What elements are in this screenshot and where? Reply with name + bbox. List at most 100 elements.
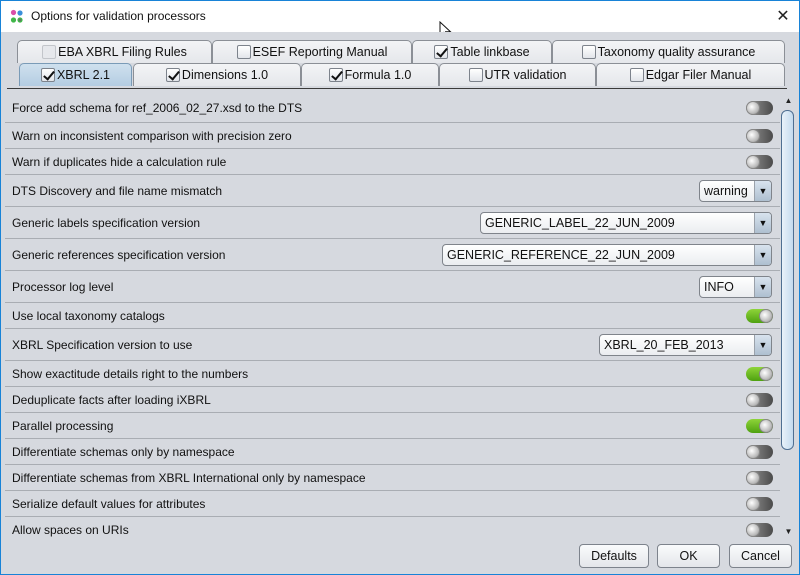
tab-bar: EBA XBRL Filing Rules ESEF Reporting Man… (1, 32, 799, 92)
option-row-log-level: Processor log level INFO ▼ (5, 271, 780, 303)
option-label: Deduplicate facts after loading iXBRL (12, 392, 211, 407)
warn-precision-zero-toggle[interactable] (746, 128, 773, 143)
option-row-exactitude: Show exactitude details right to the num… (5, 361, 780, 387)
scroll-down-button[interactable]: ▼ (781, 524, 796, 539)
tab-utr-validation[interactable]: UTR validation (439, 63, 596, 86)
option-row-parallel: Parallel processing (5, 413, 780, 439)
xbrl-spec-version-select[interactable]: XBRL_20_FEB_2013 ▼ (599, 333, 772, 356)
tab-label: ESEF Reporting Manual (252, 45, 388, 59)
option-row-local-catalogs: Use local taxonomy catalogs (5, 303, 780, 329)
toggle-knob (759, 366, 773, 381)
chevron-down-icon: ▼ (754, 180, 771, 201)
tab-dimensions-1-0[interactable]: Dimensions 1.0 (133, 63, 301, 86)
option-label: Warn if duplicates hide a calculation ru… (12, 154, 227, 169)
log-level-select[interactable]: INFO ▼ (699, 275, 772, 298)
option-label: Differentiate schemas only by namespace (12, 444, 235, 459)
ok-button[interactable]: OK (657, 544, 720, 568)
serialize-defaults-toggle[interactable] (746, 496, 773, 511)
dimensions-checkbox[interactable] (165, 68, 180, 82)
edgar-checkbox[interactable] (629, 68, 644, 82)
option-label: Use local taxonomy catalogs (12, 308, 165, 323)
eba-checkbox[interactable] (42, 45, 57, 59)
vertical-scrollbar[interactable]: ▲ ▼ (781, 93, 796, 539)
tab-table-linkbase[interactable]: Table linkbase (412, 40, 552, 63)
option-row-spaces-uris: Allow spaces on URIs (5, 517, 780, 539)
warn-duplicates-toggle[interactable] (746, 154, 773, 169)
esef-checkbox[interactable] (236, 45, 251, 59)
option-row-deduplicate: Deduplicate facts after loading iXBRL (5, 387, 780, 413)
tab-label: Dimensions 1.0 (181, 68, 269, 82)
tab-label: XBRL 2.1 (56, 68, 111, 82)
chevron-down-icon: ▼ (754, 212, 771, 233)
app-molecule-icon (10, 9, 23, 23)
local-catalogs-toggle[interactable] (746, 308, 773, 323)
tab-esef-reporting-manual[interactable]: ESEF Reporting Manual (212, 40, 412, 63)
toggle-knob (759, 418, 773, 433)
tab-eba-xbrl-filing-rules[interactable]: EBA XBRL Filing Rules (17, 40, 212, 63)
option-label: Allow spaces on URIs (12, 523, 129, 537)
option-label: Force add schema for ref_2006_02_27.xsd … (12, 100, 303, 115)
option-label: Parallel processing (12, 418, 114, 433)
option-row-generic-labels: Generic labels specification version GEN… (5, 207, 780, 239)
option-label: Generic labels specification version (12, 215, 201, 230)
table-linkbase-checkbox[interactable] (434, 45, 449, 59)
option-label: XBRL Specification version to use (12, 337, 193, 352)
tab-xbrl-2-1[interactable]: XBRL 2.1 (19, 63, 132, 86)
window-title: Options for validation processors (31, 9, 206, 23)
select-value: GENERIC_REFERENCE_22_JUN_2009 (447, 247, 675, 262)
title-bar: Options for validation processors ✕ (1, 1, 799, 32)
generic-labels-select[interactable]: GENERIC_LABEL_22_JUN_2009 ▼ (480, 211, 772, 234)
option-label: Differentiate schemas from XBRL Internat… (12, 470, 366, 485)
option-row-diff-xii-namespace: Differentiate schemas from XBRL Internat… (5, 465, 780, 491)
xbrl-2-1-checkbox[interactable] (40, 68, 55, 82)
toggle-knob (746, 154, 760, 169)
toggle-knob (759, 308, 773, 323)
toggle-knob (746, 392, 760, 407)
chevron-down-icon: ▼ (754, 276, 771, 297)
option-row-generic-references: Generic references specification version… (5, 239, 780, 271)
option-label: Processor log level (12, 279, 114, 294)
close-icon: ✕ (776, 8, 790, 25)
options-dialog: Options for validation processors ✕ EBA … (0, 0, 800, 575)
toggle-knob (746, 523, 760, 537)
option-row-dts-discovery: DTS Discovery and file name mismatch war… (5, 175, 780, 207)
dts-discovery-select[interactable]: warning ▼ (699, 179, 772, 202)
force-add-schema-toggle[interactable] (746, 100, 773, 115)
tab-taxonomy-quality-assurance[interactable]: Taxonomy quality assurance (552, 40, 785, 63)
chevron-down-icon: ▼ (754, 334, 771, 355)
option-row-xbrl-spec-version: XBRL Specification version to use XBRL_2… (5, 329, 780, 361)
generic-references-select[interactable]: GENERIC_REFERENCE_22_JUN_2009 ▼ (442, 243, 772, 266)
diff-namespace-toggle[interactable] (746, 444, 773, 459)
option-label: Generic references specification version (12, 247, 226, 262)
select-value: XBRL_20_FEB_2013 (604, 337, 724, 352)
scroll-thumb[interactable] (781, 110, 794, 450)
option-row-serialize-defaults: Serialize default values for attributes (5, 491, 780, 517)
tab-edgar-filer-manual[interactable]: Edgar Filer Manual (596, 63, 785, 86)
toggle-knob (746, 100, 760, 115)
tab-label: Edgar Filer Manual (645, 68, 752, 82)
select-value: warning (704, 183, 748, 198)
tab-label: Table linkbase (450, 45, 530, 59)
formula-checkbox[interactable] (328, 68, 343, 82)
utr-checkbox[interactable] (468, 68, 483, 82)
option-label: DTS Discovery and file name mismatch (12, 183, 223, 198)
tab-divider (7, 88, 787, 89)
tab-label: Formula 1.0 (344, 68, 412, 82)
scroll-up-button[interactable]: ▲ (781, 93, 796, 108)
option-row-diff-namespace: Differentiate schemas only by namespace (5, 439, 780, 465)
parallel-processing-toggle[interactable] (746, 418, 773, 433)
taxonomy-qa-checkbox[interactable] (581, 45, 596, 59)
diff-xii-namespace-toggle[interactable] (746, 470, 773, 485)
spaces-uris-toggle[interactable] (746, 523, 773, 537)
deduplicate-toggle[interactable] (746, 392, 773, 407)
exactitude-toggle[interactable] (746, 366, 773, 381)
tab-formula-1-0[interactable]: Formula 1.0 (301, 63, 439, 86)
tab-label: UTR validation (484, 68, 567, 82)
cancel-button[interactable]: Cancel (729, 544, 792, 568)
close-button[interactable]: ✕ (773, 7, 793, 27)
tab-label: EBA XBRL Filing Rules (58, 45, 187, 59)
defaults-button[interactable]: Defaults (579, 544, 649, 568)
option-label: Serialize default values for attributes (12, 496, 206, 511)
toggle-knob (746, 128, 760, 143)
option-row-force-add-schema: Force add schema for ref_2006_02_27.xsd … (5, 93, 780, 123)
